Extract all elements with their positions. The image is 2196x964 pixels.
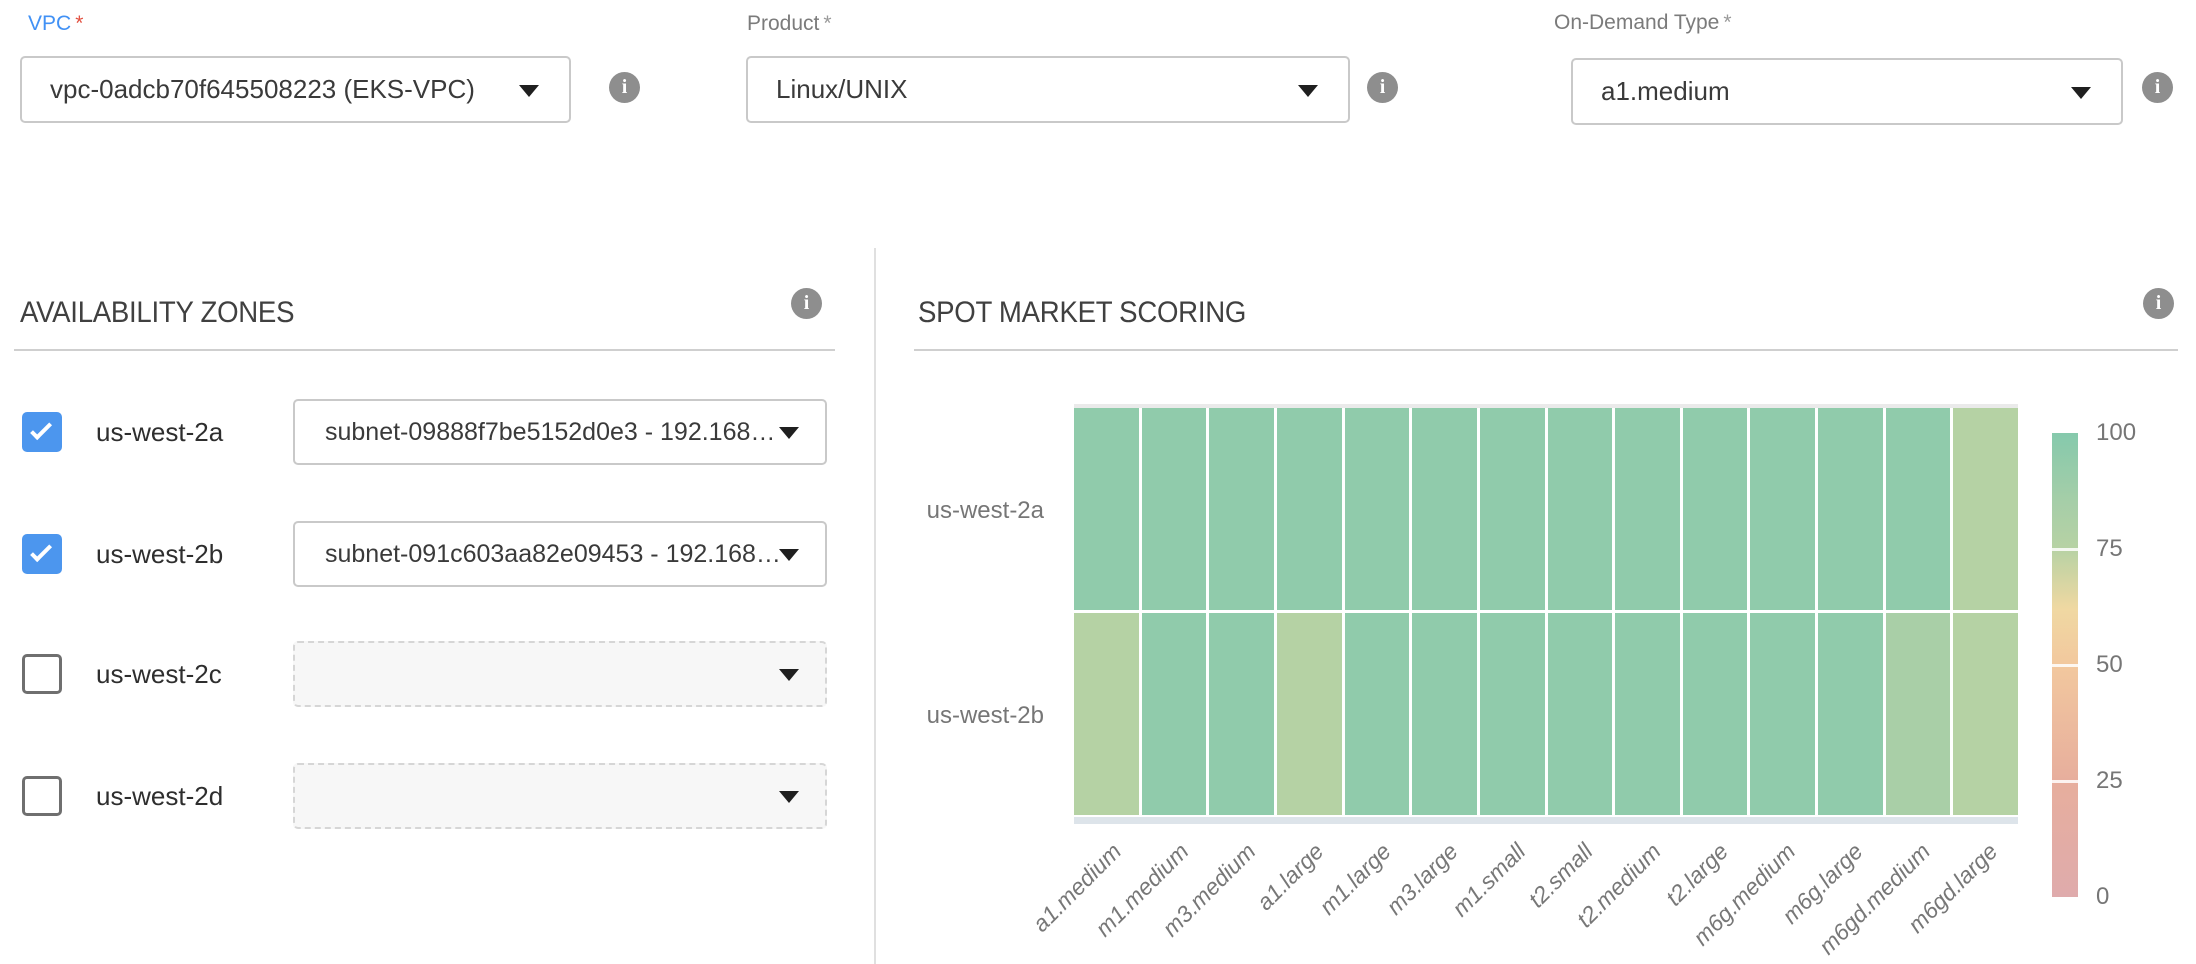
legend-tick-label: 50	[2096, 651, 2123, 679]
legend-tick-label: 25	[2096, 767, 2123, 795]
legend-tick-label: 100	[2096, 419, 2136, 447]
legend-ticks: 100 75 50 25 0	[0, 0, 2196, 964]
legend-tick-label: 0	[2096, 883, 2109, 911]
legend-tick-label: 75	[2096, 535, 2123, 563]
